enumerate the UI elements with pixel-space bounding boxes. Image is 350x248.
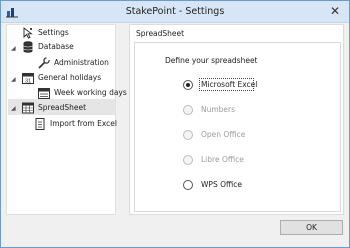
radio-button[interactable] (183, 130, 193, 140)
calendar-week-icon (37, 86, 51, 100)
window-title: StakePoint - Settings (125, 6, 225, 17)
calendar-icon: 31 (21, 71, 35, 85)
spreadsheet-icon (21, 101, 35, 115)
wrench-icon (37, 56, 51, 70)
tree-item-label: Import from Excel (50, 119, 117, 128)
database-icon (21, 40, 35, 54)
panel-title: SpreadSheet (136, 29, 185, 38)
settings-window: StakePoint - Settings ✕ Settings ◢ Datab… (0, 0, 350, 248)
title-bar: StakePoint - Settings ✕ (1, 1, 349, 23)
tree-item-label: Database (38, 42, 74, 51)
radio-button[interactable] (183, 180, 193, 190)
ok-button[interactable]: OK (280, 220, 343, 235)
tree-item-label: Settings (38, 28, 69, 37)
option-label: Libre Office (201, 155, 244, 164)
close-icon: ✕ (329, 4, 341, 18)
tree-item-label: SpreadSheet (38, 103, 87, 112)
radio-button-checked[interactable] (183, 80, 193, 90)
collapse-icon[interactable]: ◢ (11, 106, 17, 112)
option-label: Microsoft Excel (201, 80, 258, 89)
tree-item-label: Week working days (54, 88, 127, 97)
define-spreadsheet-label: Define your spreadsheet (165, 56, 258, 65)
collapse-icon[interactable]: ◢ (11, 77, 17, 83)
spreadsheet-panel: SpreadSheet Define your spreadsheet Micr… (129, 24, 344, 215)
spreadsheet-options-group: Define your spreadsheet Microsoft Excel … (134, 42, 341, 212)
option-label: Open Office (201, 130, 246, 139)
svg-text:31: 31 (25, 78, 31, 84)
radio-button[interactable] (183, 155, 193, 165)
tree-item-label: General holidays (38, 73, 102, 82)
option-label: Numbers (201, 105, 236, 114)
radio-dot (186, 83, 190, 87)
radio-button[interactable] (183, 105, 193, 115)
cursor-icon (21, 26, 35, 40)
import-icon (33, 117, 47, 131)
close-button[interactable]: ✕ (327, 4, 343, 19)
settings-tree: Settings ◢ Database Administration ◢ 31 … (6, 24, 127, 215)
tree-item-label: Administration (54, 58, 109, 67)
collapse-icon[interactable]: ◢ (11, 46, 17, 52)
option-label: WPS Office (201, 180, 242, 189)
